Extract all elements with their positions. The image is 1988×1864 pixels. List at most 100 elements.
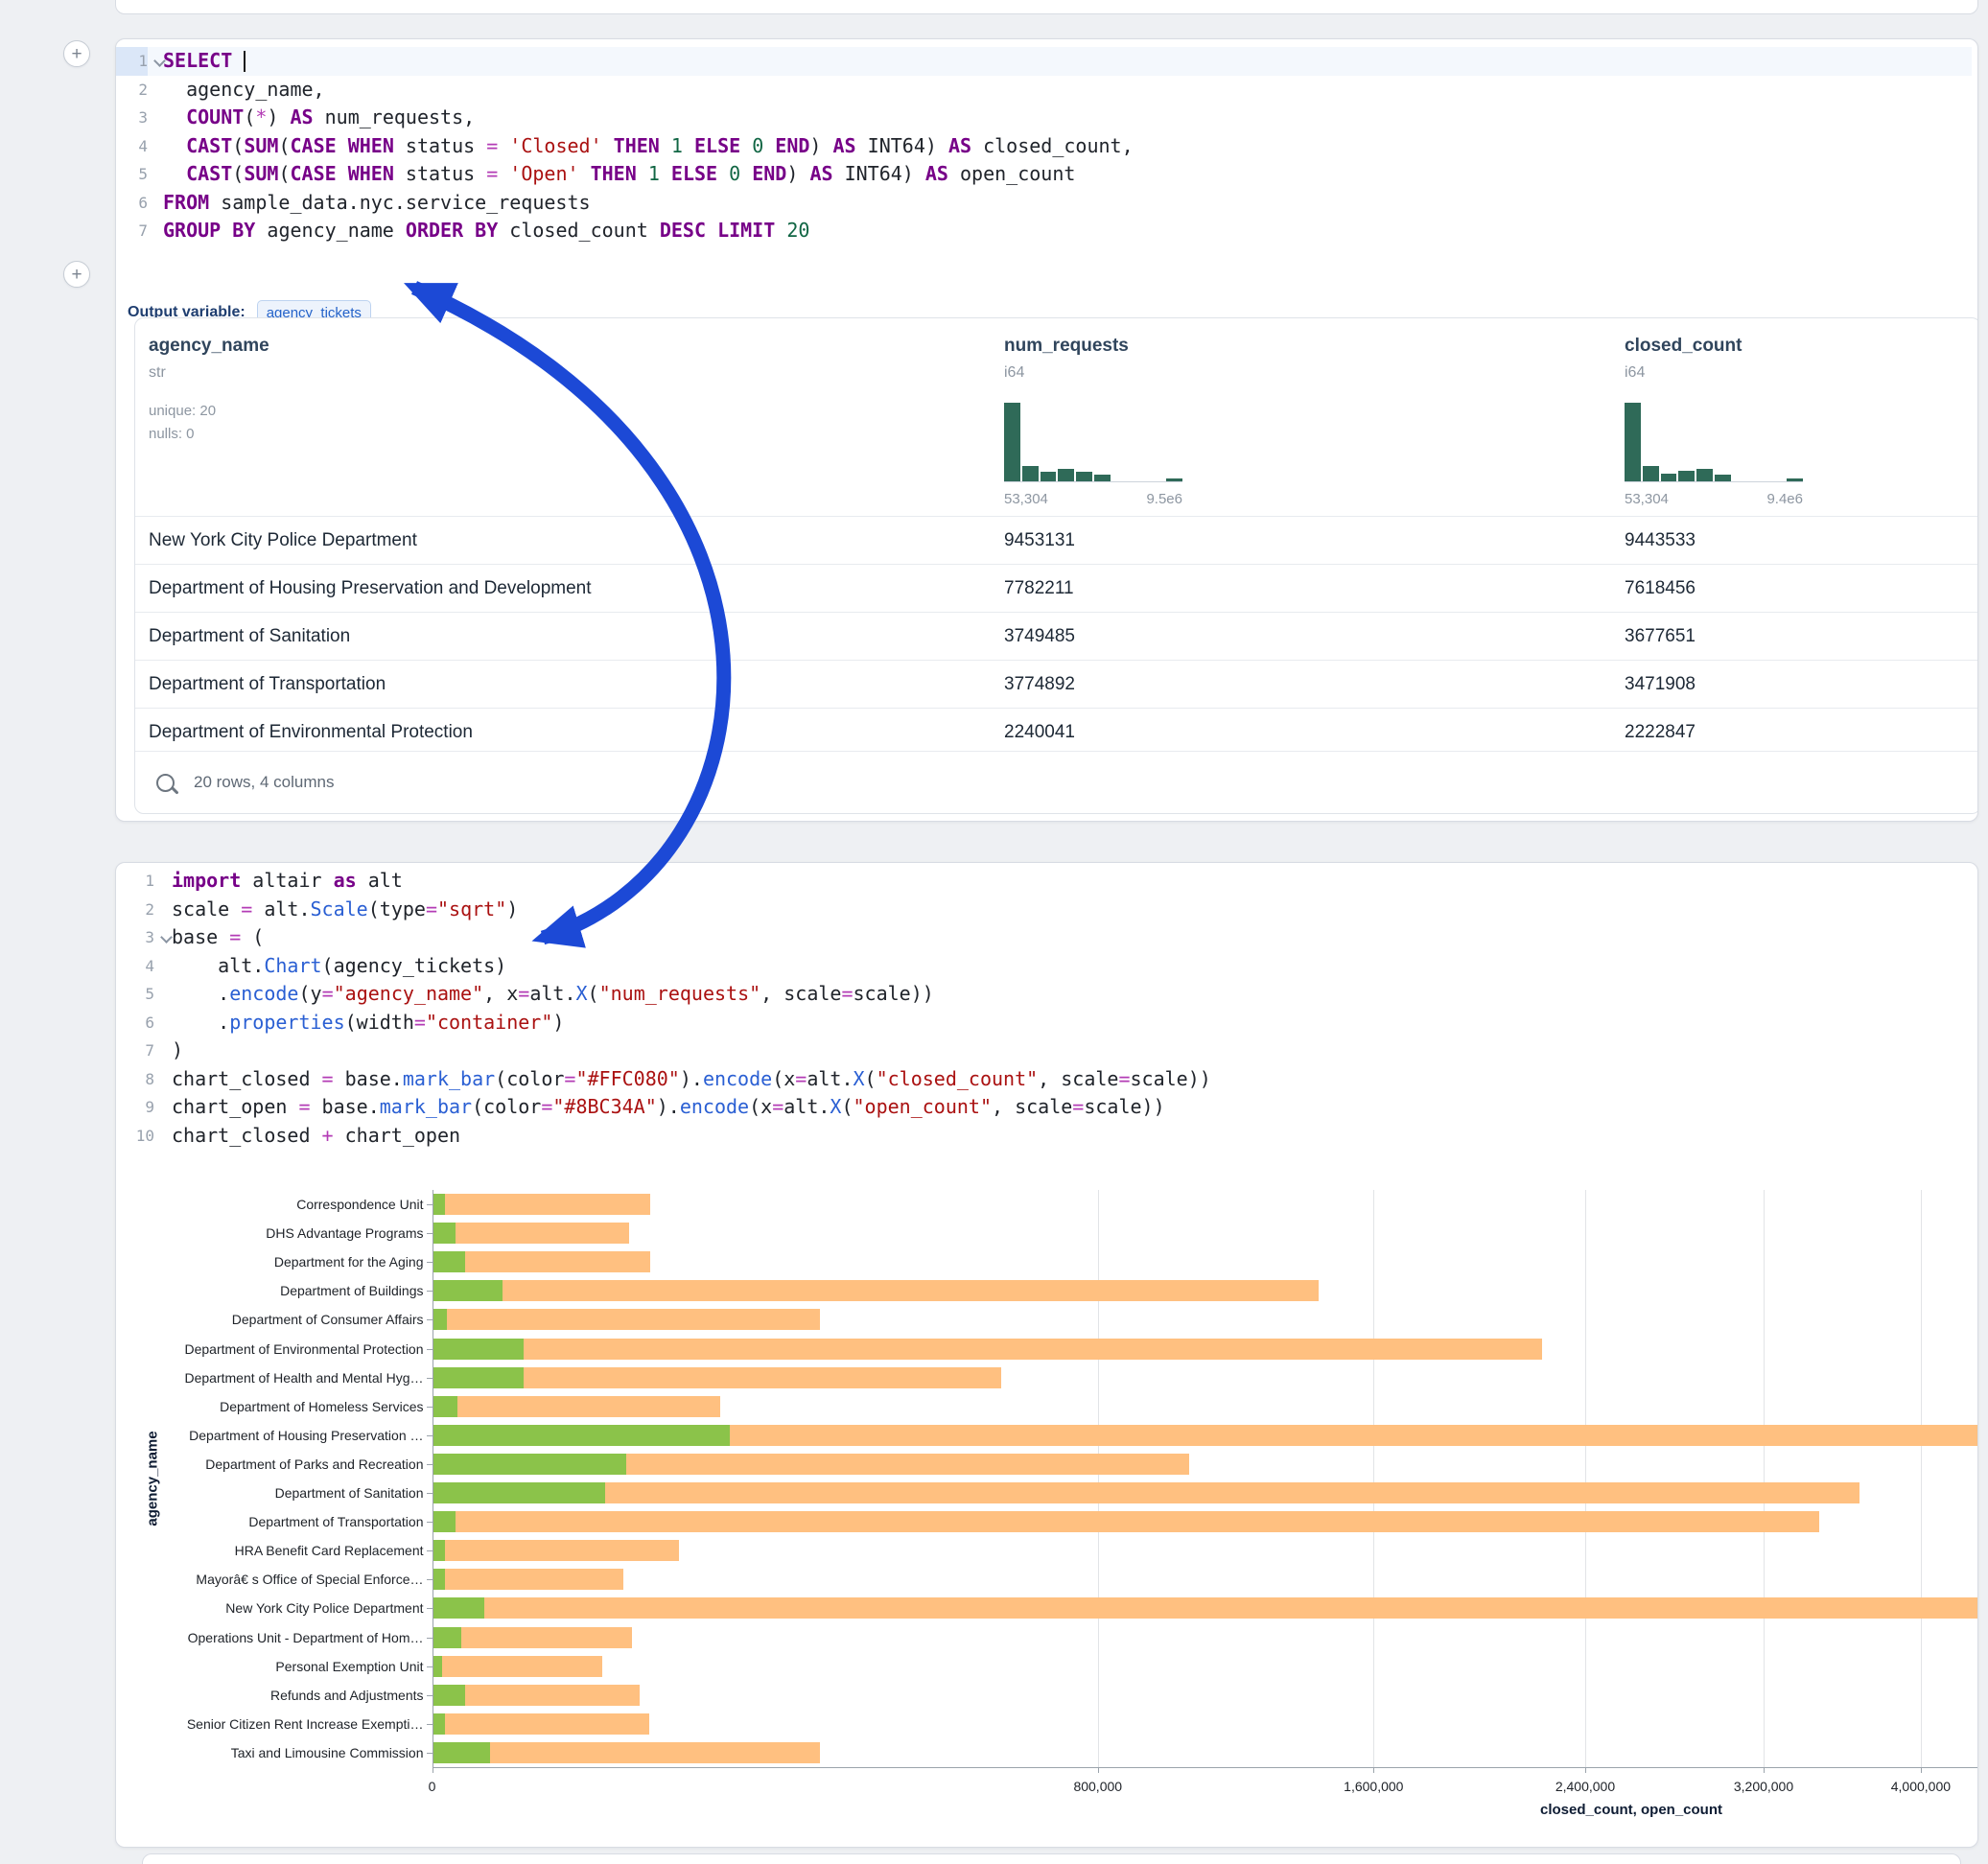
- bar-open: [433, 1454, 626, 1475]
- code-token: ELSE: [671, 162, 717, 185]
- bar-closed: [433, 1569, 623, 1590]
- histogram-bar: [1094, 475, 1111, 481]
- code-token: [740, 162, 752, 185]
- bar-closed: [433, 1339, 1542, 1360]
- bar-closed: [433, 1511, 1819, 1532]
- code-token: LIMIT: [717, 219, 775, 242]
- row-count-label: 20 rows, 4 columns: [194, 773, 334, 792]
- table-row: Department of Housing Preservation and D…: [135, 564, 1978, 612]
- histogram-bar: [1058, 469, 1074, 481]
- code-token: [498, 162, 509, 185]
- code-token: 'Closed': [509, 134, 601, 157]
- y-axis-label: Department of Consumer Affairs: [127, 1312, 424, 1327]
- code-token: SELECT: [163, 49, 232, 72]
- code-line[interactable]: 1SELECT: [116, 47, 1972, 76]
- y-axis-label: Mayorâ€ s Office of Special Enforce…: [127, 1572, 424, 1587]
- bar-open: [433, 1627, 461, 1648]
- code-token: ELSE: [694, 134, 740, 157]
- code-token: =: [486, 162, 498, 185]
- code-token: THEN: [591, 162, 637, 185]
- code-line[interactable]: 2 agency_name,: [116, 76, 1972, 105]
- code-token: 20: [786, 219, 809, 242]
- bar-closed: [433, 1482, 1860, 1503]
- code-token: agency_name,: [163, 78, 325, 101]
- sql-editor[interactable]: 1SELECT 2 agency_name,3 COUNT(*) AS num_…: [116, 47, 1972, 245]
- y-axis-label: Department of Environmental Protection: [127, 1341, 424, 1357]
- histogram-min-label: 53,304: [1625, 491, 1669, 507]
- code-token: INT64): [833, 162, 914, 185]
- code-token: [798, 162, 809, 185]
- code-token: COUNT: [186, 105, 244, 128]
- x-axis-tick: [1921, 1767, 1922, 1773]
- code-token: END: [775, 134, 809, 157]
- altair-chart: Correspondence UnitDHS Advantage Program…: [116, 863, 1977, 1847]
- code-token: ): [809, 134, 821, 157]
- code-token: AS: [833, 134, 856, 157]
- histogram-bar: [1022, 466, 1039, 481]
- x-axis-tick-label: 1,600,000: [1344, 1779, 1403, 1794]
- code-token: ORDER: [406, 219, 463, 242]
- table-cell: 3749485: [1004, 613, 1075, 660]
- code-token: CASE: [290, 162, 336, 185]
- column-name: num_requests: [1004, 318, 1182, 357]
- x-axis-tick-label: 4,000,000: [1891, 1779, 1951, 1794]
- code-line[interactable]: 3 COUNT(*) AS num_requests,: [116, 104, 1972, 132]
- table-body: New York City Police Department945313194…: [135, 516, 1978, 756]
- code-line[interactable]: 5 CAST(SUM(CASE WHEN status = 'Open' THE…: [116, 160, 1972, 189]
- add-cell-button[interactable]: +: [63, 40, 90, 67]
- column-name: closed_count: [1625, 318, 1803, 357]
- bar-open: [433, 1339, 524, 1360]
- code-line[interactable]: 4 CAST(SUM(CASE WHEN status = 'Closed' T…: [116, 132, 1972, 161]
- y-axis-label: Senior Citizen Rent Increase Exempti…: [127, 1716, 424, 1732]
- code-token: [821, 134, 832, 157]
- code-token: status: [394, 162, 486, 185]
- code-token: AS: [291, 105, 314, 128]
- code-token: [337, 134, 348, 157]
- code-token: BY: [232, 219, 255, 242]
- python-cell: 1import altair as alt2scale = alt.Scale(…: [115, 862, 1978, 1848]
- code-token: CASE: [290, 134, 336, 157]
- gridline: [1585, 1190, 1586, 1767]
- x-axis-tick: [1585, 1767, 1586, 1773]
- y-axis-label: Department of Parks and Recreation: [127, 1456, 424, 1472]
- y-axis-label: Taxi and Limousine Commission: [127, 1745, 424, 1760]
- code-token: [763, 134, 775, 157]
- code-token: (: [244, 105, 255, 128]
- code-line[interactable]: 6FROM sample_data.nyc.service_requests: [116, 189, 1972, 218]
- code-token: 1: [648, 162, 660, 185]
- histogram-bar: [1715, 475, 1731, 481]
- add-cell-button[interactable]: +: [63, 261, 90, 288]
- histogram-max-label: 9.5e6: [1146, 491, 1182, 507]
- histogram: [1004, 401, 1182, 482]
- column-header-agency-name[interactable]: agency_name str unique: 20 nulls: 0: [149, 318, 551, 516]
- code-line[interactable]: 7GROUP BY agency_name ORDER BY closed_co…: [116, 217, 1972, 245]
- bar-open: [433, 1309, 448, 1330]
- bar-open: [433, 1425, 730, 1446]
- histogram-bar: [1625, 403, 1641, 481]
- code-token: SUM: [244, 134, 278, 157]
- bar-closed: [433, 1597, 1979, 1619]
- results-table[interactable]: agency_name str unique: 20 nulls: 0 num_…: [134, 317, 1978, 814]
- table-cell: Department of Environmental Protection: [149, 709, 473, 756]
- line-number: 7: [116, 217, 148, 245]
- column-header-closed-count[interactable]: closed_count i64 53,304 9.4e6: [1625, 318, 1803, 516]
- code-token: 1: [671, 134, 683, 157]
- code-token: [463, 219, 475, 242]
- code-token: [163, 105, 186, 128]
- bar-open: [433, 1194, 445, 1215]
- table-cell: New York City Police Department: [149, 517, 417, 564]
- code-token: FROM: [163, 191, 209, 214]
- table-cell: 3677651: [1625, 613, 1696, 660]
- bar-open: [433, 1713, 445, 1735]
- y-axis-label: Correspondence Unit: [127, 1197, 424, 1212]
- column-header-num-requests[interactable]: num_requests i64 53,304 9.5e6: [1004, 318, 1182, 516]
- previous-cell-edge: [115, 0, 1978, 14]
- table-footer: 20 rows, 4 columns: [135, 751, 1978, 813]
- search-icon[interactable]: [156, 774, 175, 792]
- histogram-bar: [1004, 403, 1020, 481]
- column-type: i64: [1004, 364, 1182, 382]
- bar-closed: [433, 1223, 629, 1244]
- code-token: CAST: [186, 134, 232, 157]
- bar-open: [433, 1569, 445, 1590]
- table-cell: Department of Sanitation: [149, 613, 350, 660]
